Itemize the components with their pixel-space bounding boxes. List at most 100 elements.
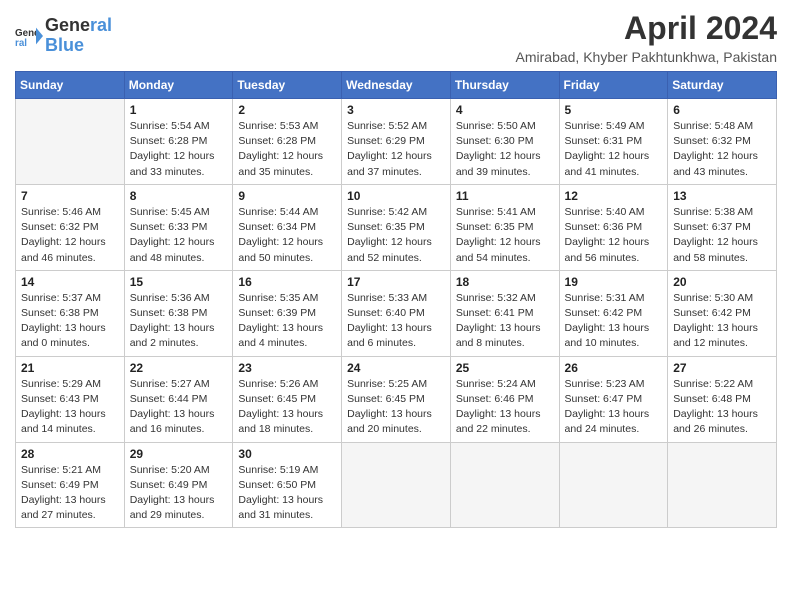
main-title: April 2024 (516, 10, 777, 47)
calendar-cell: 27Sunrise: 5:22 AMSunset: 6:48 PMDayligh… (668, 356, 777, 442)
day-number: 24 (347, 361, 445, 375)
logo-icon: Gene ral (15, 22, 43, 50)
calendar-cell: 7 Sunrise: 5:46 AMSunset: 6:32 PMDaylight… (16, 184, 125, 270)
day-number: 10 (347, 189, 445, 203)
day-number: 2 (238, 103, 336, 117)
subtitle: Amirabad, Khyber Pakhtunkhwa, Pakistan (516, 49, 777, 65)
day-info: Sunrise: 5:45 AMSunset: 6:33 PMDaylight:… (130, 205, 228, 266)
calendar-week-row: 1 Sunrise: 5:54 AMSunset: 6:28 PMDaylight… (16, 99, 777, 185)
day-number: 7 (21, 189, 119, 203)
svg-text:ral: ral (15, 38, 27, 49)
day-info: Sunrise: 5:32 AMSunset: 6:41 PMDaylight:… (456, 291, 554, 352)
day-number: 1 (130, 103, 228, 117)
calendar-cell (559, 442, 668, 528)
day-info: Sunrise: 5:37 AMSunset: 6:38 PMDaylight:… (21, 291, 119, 352)
day-info: Sunrise: 5:42 AMSunset: 6:35 PMDaylight:… (347, 205, 445, 266)
day-info: Sunrise: 5:30 AMSunset: 6:42 PMDaylight:… (673, 291, 771, 352)
calendar-cell (16, 99, 125, 185)
weekday-header: Monday (124, 72, 233, 99)
weekday-header: Tuesday (233, 72, 342, 99)
day-info: Sunrise: 5:25 AMSunset: 6:45 PMDaylight:… (347, 377, 445, 438)
day-info: Sunrise: 5:27 AMSunset: 6:44 PMDaylight:… (130, 377, 228, 438)
calendar-table: SundayMondayTuesdayWednesdayThursdayFrid… (15, 71, 777, 528)
day-info: Sunrise: 5:24 AMSunset: 6:46 PMDaylight:… (456, 377, 554, 438)
day-info: Sunrise: 5:22 AMSunset: 6:48 PMDaylight:… (673, 377, 771, 438)
day-number: 6 (673, 103, 771, 117)
day-number: 4 (456, 103, 554, 117)
calendar-week-row: 14 Sunrise: 5:37 AMSunset: 6:38 PMDayligh… (16, 270, 777, 356)
weekday-header: Saturday (668, 72, 777, 99)
day-info: Sunrise: 5:38 AMSunset: 6:37 PMDaylight:… (673, 205, 771, 266)
calendar-cell (342, 442, 451, 528)
day-number: 12 (565, 189, 663, 203)
day-number: 16 (238, 275, 336, 289)
weekday-header: Thursday (450, 72, 559, 99)
day-number: 3 (347, 103, 445, 117)
weekday-header: Friday (559, 72, 668, 99)
day-info: Sunrise: 5:53 AMSunset: 6:28 PMDaylight:… (238, 119, 336, 180)
header: Gene ral General Blue April 2024 Amiraba… (15, 10, 777, 65)
day-info: Sunrise: 5:26 AMSunset: 6:45 PMDaylight:… (238, 377, 336, 438)
logo-text: General (45, 16, 112, 36)
day-number: 17 (347, 275, 445, 289)
calendar-cell: 3 Sunrise: 5:52 AMSunset: 6:29 PMDaylight… (342, 99, 451, 185)
day-info: Sunrise: 5:23 AMSunset: 6:47 PMDaylight:… (565, 377, 663, 438)
day-number: 14 (21, 275, 119, 289)
calendar-cell: 17 Sunrise: 5:33 AMSunset: 6:40 PMDayligh… (342, 270, 451, 356)
calendar-cell: 4 Sunrise: 5:50 AMSunset: 6:30 PMDaylight… (450, 99, 559, 185)
day-number: 13 (673, 189, 771, 203)
calendar-cell: 14 Sunrise: 5:37 AMSunset: 6:38 PMDayligh… (16, 270, 125, 356)
day-info: Sunrise: 5:50 AMSunset: 6:30 PMDaylight:… (456, 119, 554, 180)
day-info: Sunrise: 5:44 AMSunset: 6:34 PMDaylight:… (238, 205, 336, 266)
calendar-cell: 29Sunrise: 5:20 AMSunset: 6:49 PMDayligh… (124, 442, 233, 528)
calendar-cell: 19 Sunrise: 5:31 AMSunset: 6:42 PMDayligh… (559, 270, 668, 356)
calendar-cell: 16 Sunrise: 5:35 AMSunset: 6:39 PMDayligh… (233, 270, 342, 356)
day-number: 15 (130, 275, 228, 289)
day-info: Sunrise: 5:46 AMSunset: 6:32 PMDaylight:… (21, 205, 119, 266)
weekday-header: Wednesday (342, 72, 451, 99)
day-info: Sunrise: 5:48 AMSunset: 6:32 PMDaylight:… (673, 119, 771, 180)
day-number: 23 (238, 361, 336, 375)
day-info: Sunrise: 5:52 AMSunset: 6:29 PMDaylight:… (347, 119, 445, 180)
day-info: Sunrise: 5:35 AMSunset: 6:39 PMDaylight:… (238, 291, 336, 352)
calendar-week-row: 28 Sunrise: 5:21 AMSunset: 6:49 PMDayligh… (16, 442, 777, 528)
calendar-cell: 8Sunrise: 5:45 AMSunset: 6:33 PMDaylight… (124, 184, 233, 270)
calendar-cell: 23 Sunrise: 5:26 AMSunset: 6:45 PMDayligh… (233, 356, 342, 442)
calendar-cell: 10 Sunrise: 5:42 AMSunset: 6:35 PMDayligh… (342, 184, 451, 270)
day-info: Sunrise: 5:31 AMSunset: 6:42 PMDaylight:… (565, 291, 663, 352)
day-info: Sunrise: 5:36 AMSunset: 6:38 PMDaylight:… (130, 291, 228, 352)
day-info: Sunrise: 5:21 AMSunset: 6:49 PMDaylight:… (21, 463, 119, 524)
day-info: Sunrise: 5:33 AMSunset: 6:40 PMDaylight:… (347, 291, 445, 352)
calendar-cell: 2 Sunrise: 5:53 AMSunset: 6:28 PMDaylight… (233, 99, 342, 185)
calendar-cell: 22 Sunrise: 5:27 AMSunset: 6:44 PMDayligh… (124, 356, 233, 442)
calendar-week-row: 21Sunrise: 5:29 AMSunset: 6:43 PMDayligh… (16, 356, 777, 442)
calendar-cell: 20 Sunrise: 5:30 AMSunset: 6:42 PMDayligh… (668, 270, 777, 356)
day-number: 19 (565, 275, 663, 289)
calendar-week-row: 7 Sunrise: 5:46 AMSunset: 6:32 PMDaylight… (16, 184, 777, 270)
day-number: 20 (673, 275, 771, 289)
calendar-cell: 9 Sunrise: 5:44 AMSunset: 6:34 PMDaylight… (233, 184, 342, 270)
header-row: SundayMondayTuesdayWednesdayThursdayFrid… (16, 72, 777, 99)
calendar-cell: 28 Sunrise: 5:21 AMSunset: 6:49 PMDayligh… (16, 442, 125, 528)
calendar-cell (450, 442, 559, 528)
title-block: April 2024 Amirabad, Khyber Pakhtunkhwa,… (516, 10, 777, 65)
calendar-cell: 6 Sunrise: 5:48 AMSunset: 6:32 PMDaylight… (668, 99, 777, 185)
logo-text2: Blue (45, 36, 112, 56)
calendar-cell: 24 Sunrise: 5:25 AMSunset: 6:45 PMDayligh… (342, 356, 451, 442)
day-number: 5 (565, 103, 663, 117)
day-info: Sunrise: 5:54 AMSunset: 6:28 PMDaylight:… (130, 119, 228, 180)
calendar-cell: 5 Sunrise: 5:49 AMSunset: 6:31 PMDaylight… (559, 99, 668, 185)
day-number: 26 (565, 361, 663, 375)
day-info: Sunrise: 5:49 AMSunset: 6:31 PMDaylight:… (565, 119, 663, 180)
day-info: Sunrise: 5:41 AMSunset: 6:35 PMDaylight:… (456, 205, 554, 266)
calendar-cell: 18 Sunrise: 5:32 AMSunset: 6:41 PMDayligh… (450, 270, 559, 356)
day-number: 30 (238, 447, 336, 461)
calendar-cell: 21Sunrise: 5:29 AMSunset: 6:43 PMDayligh… (16, 356, 125, 442)
day-number: 9 (238, 189, 336, 203)
day-number: 28 (21, 447, 119, 461)
calendar-cell: 13 Sunrise: 5:38 AMSunset: 6:37 PMDayligh… (668, 184, 777, 270)
day-number: 18 (456, 275, 554, 289)
calendar-cell (668, 442, 777, 528)
calendar-cell: 1 Sunrise: 5:54 AMSunset: 6:28 PMDaylight… (124, 99, 233, 185)
day-number: 22 (130, 361, 228, 375)
